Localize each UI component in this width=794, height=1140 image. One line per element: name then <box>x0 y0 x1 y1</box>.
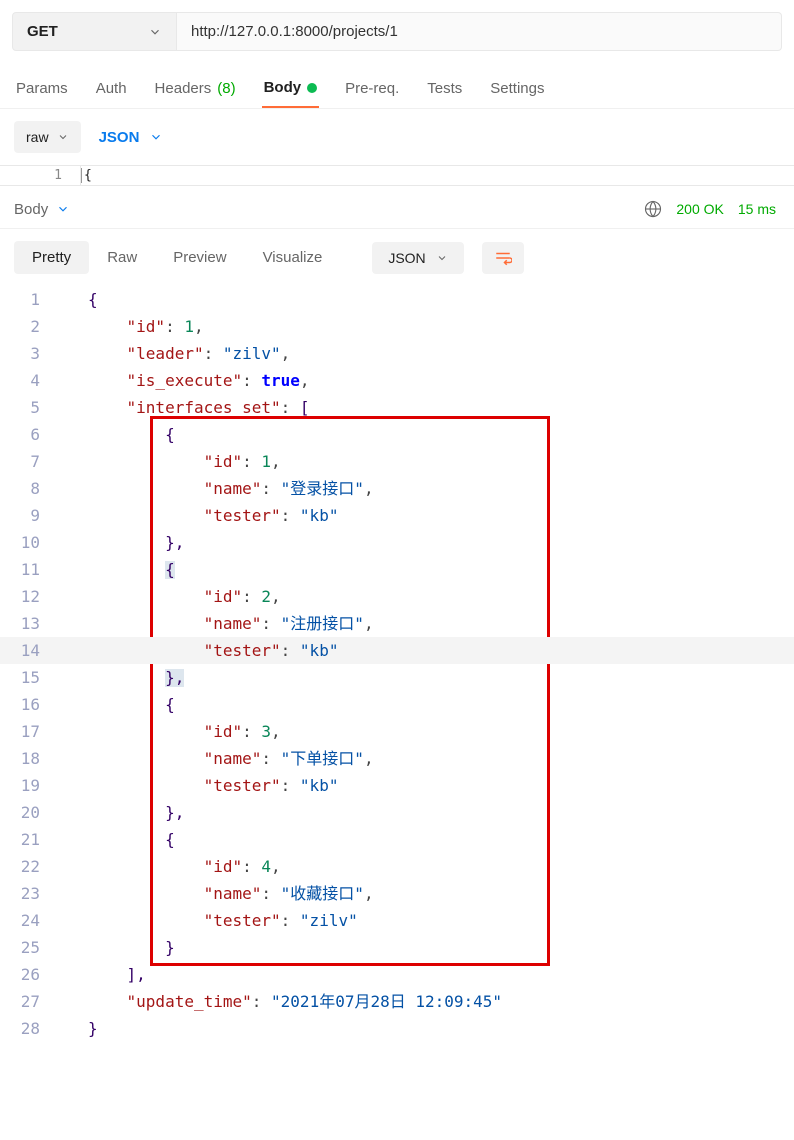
body-type-row: raw JSON <box>0 109 794 165</box>
request-body-editor[interactable]: 1 { <box>0 165 794 186</box>
wrap-lines-button[interactable] <box>482 242 524 274</box>
body-format-select[interactable]: raw <box>14 121 81 153</box>
response-header: Body 200 OK 15 ms <box>0 186 794 229</box>
tab-settings[interactable]: Settings <box>488 73 546 108</box>
tab-auth[interactable]: Auth <box>94 73 129 108</box>
body-language-select[interactable]: JSON <box>99 129 164 146</box>
chevron-down-icon <box>57 131 69 143</box>
editor-content: { <box>80 166 794 185</box>
globe-icon[interactable] <box>644 200 662 218</box>
tab-headers[interactable]: Headers (8) <box>153 73 238 108</box>
editor-cursor: { <box>81 168 92 183</box>
response-view-tabs: Pretty Raw Preview Visualize JSON <box>0 229 794 286</box>
response-language-select[interactable]: JSON <box>372 242 463 274</box>
tab-prereq[interactable]: Pre-req. <box>343 73 401 108</box>
viewtab-visualize[interactable]: Visualize <box>245 241 341 274</box>
chevron-down-icon <box>149 130 163 144</box>
request-tabs: Params Auth Headers (8) Body Pre-req. Te… <box>0 63 794 109</box>
tab-params[interactable]: Params <box>14 73 70 108</box>
http-method-label: GET <box>27 23 58 40</box>
chevron-down-icon <box>56 202 70 216</box>
response-status: 200 OK <box>676 201 723 217</box>
tab-body[interactable]: Body <box>262 73 320 108</box>
line-number: 1 <box>0 166 80 185</box>
chevron-down-icon <box>148 25 162 39</box>
url-input[interactable] <box>177 12 782 51</box>
tab-tests[interactable]: Tests <box>425 73 464 108</box>
viewtab-preview[interactable]: Preview <box>155 241 244 274</box>
viewtab-pretty[interactable]: Pretty <box>14 241 89 274</box>
response-time: 15 ms <box>738 201 776 217</box>
request-bar: GET <box>0 0 794 63</box>
response-body[interactable]: 1{ 2 "id": 1, 3 "leader": "zilv", 4 "is_… <box>0 286 794 1042</box>
response-meta: 200 OK 15 ms <box>644 200 776 218</box>
response-section-select[interactable]: Body <box>14 201 70 218</box>
http-method-select[interactable]: GET <box>12 12 177 51</box>
chevron-down-icon <box>436 252 448 264</box>
viewtab-raw[interactable]: Raw <box>89 241 155 274</box>
body-indicator-icon <box>307 83 317 93</box>
